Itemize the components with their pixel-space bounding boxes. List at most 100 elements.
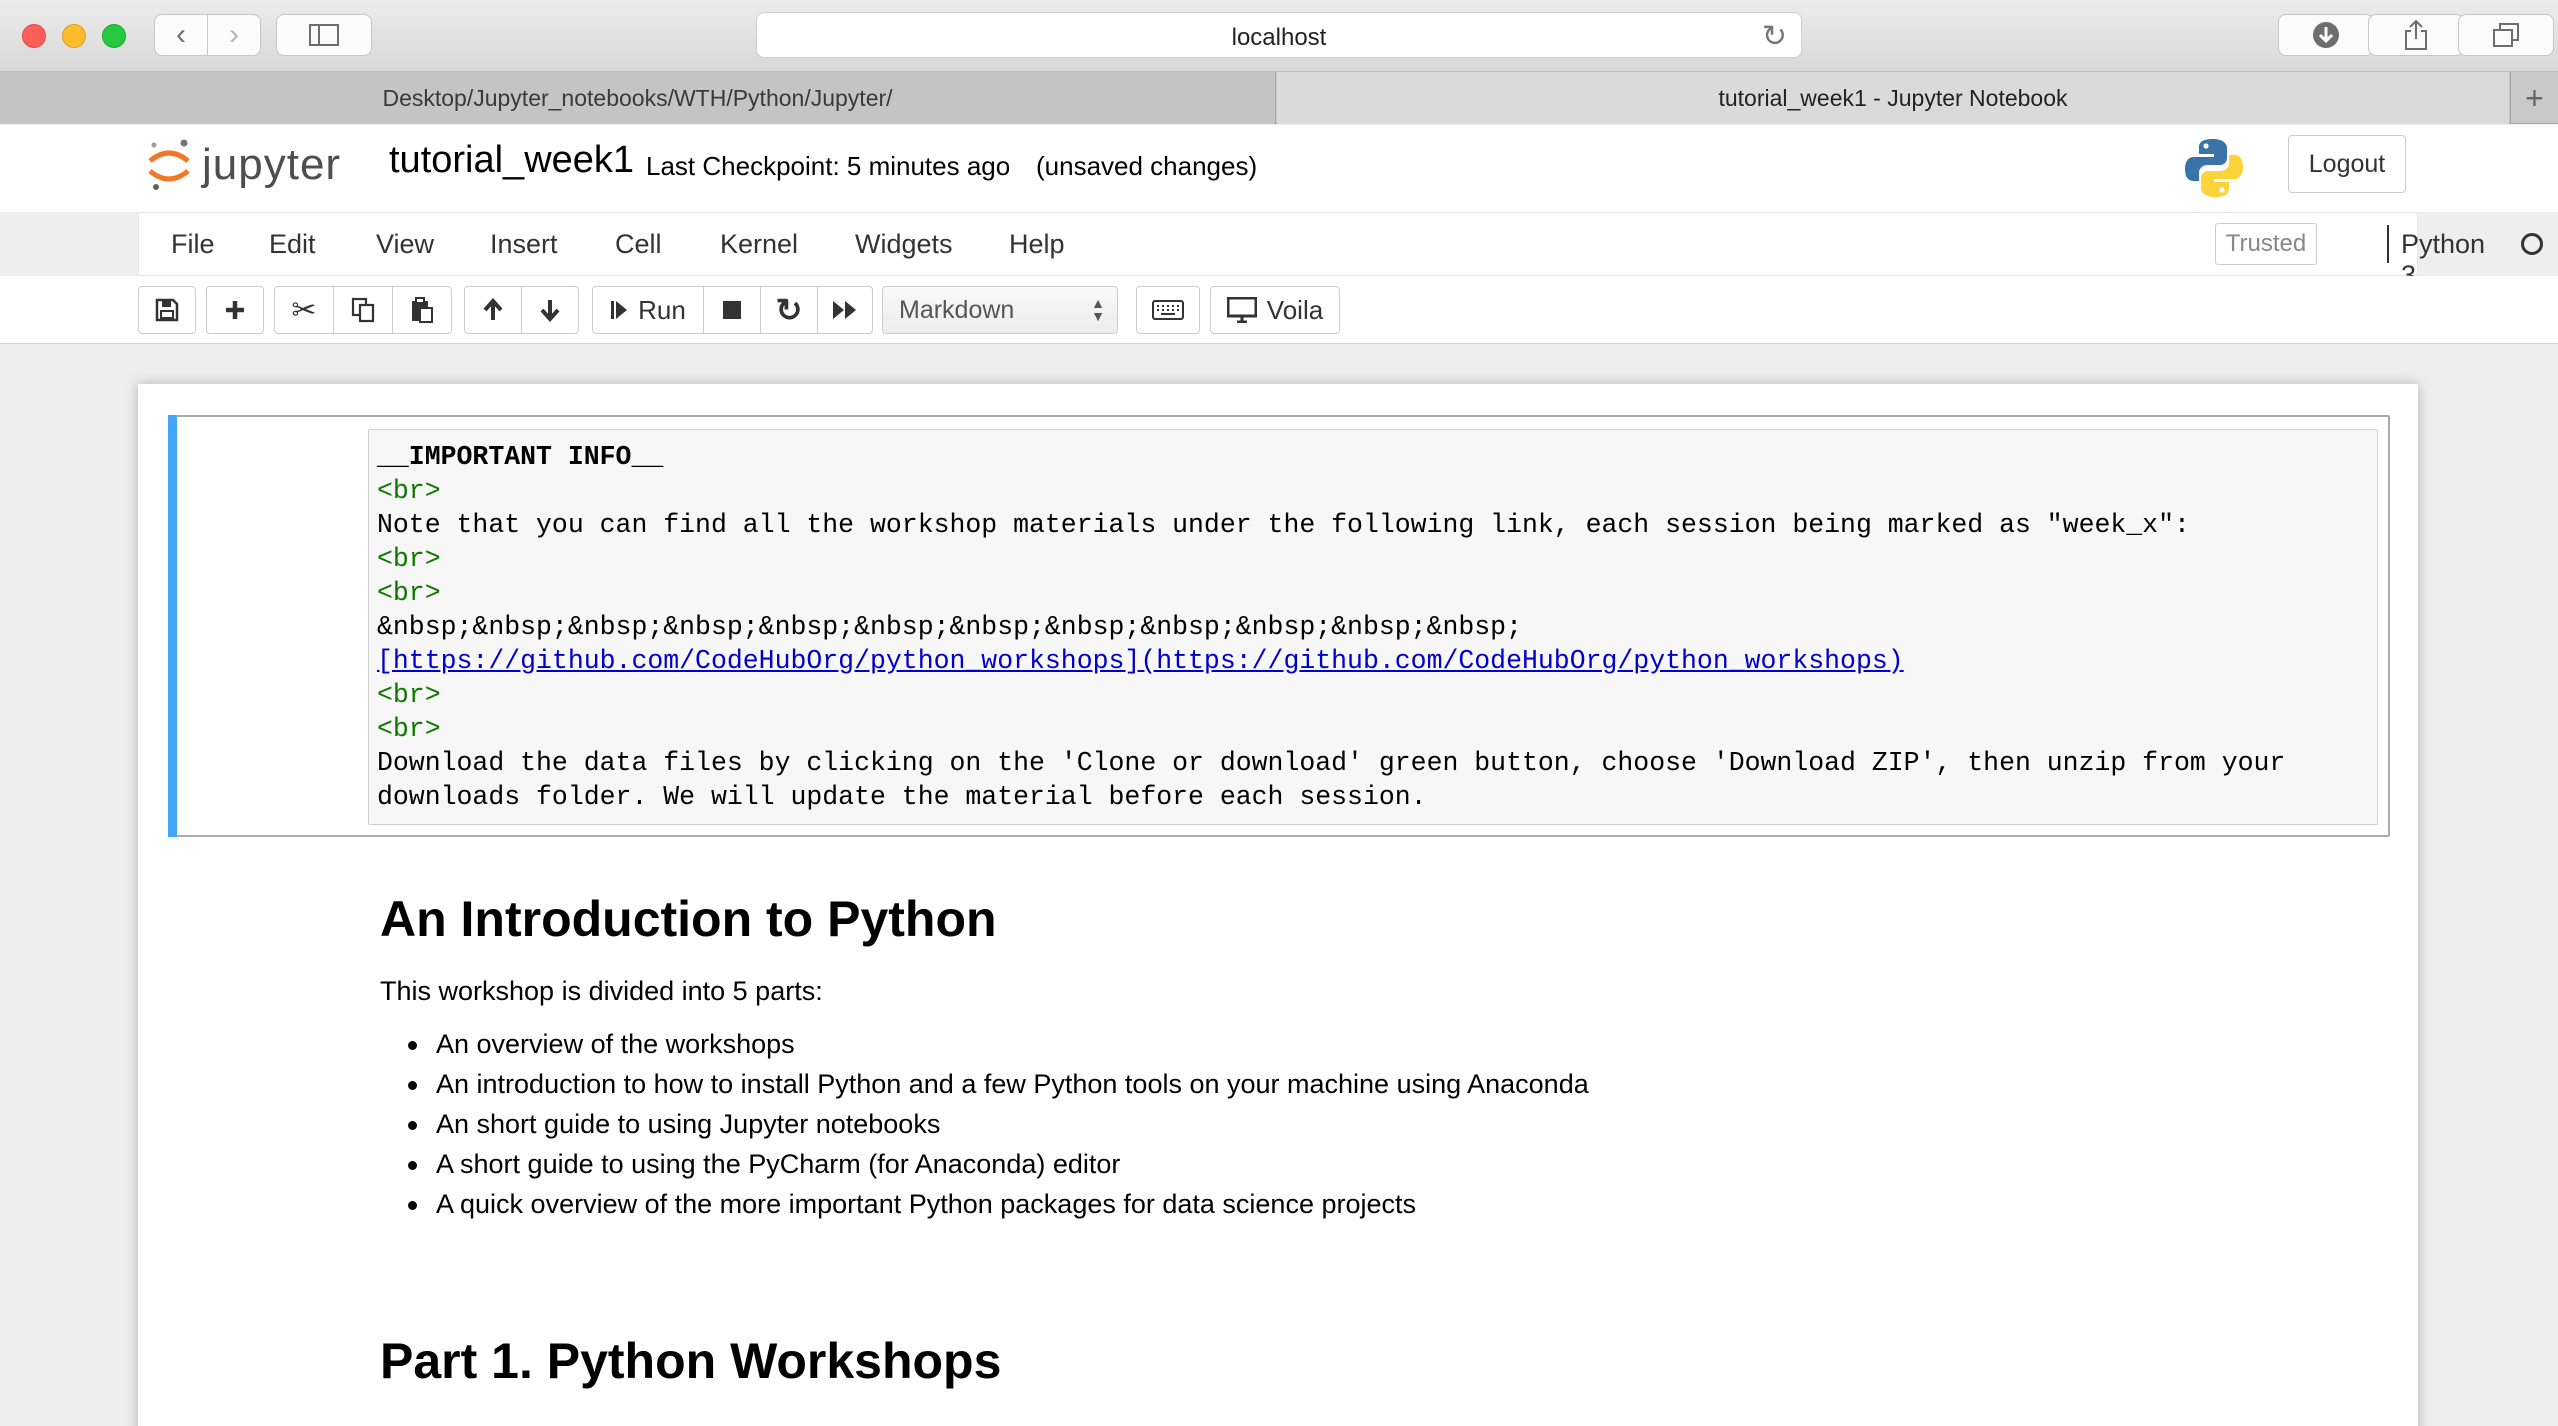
forward-button[interactable]: › bbox=[207, 14, 261, 56]
share-button[interactable] bbox=[2368, 14, 2464, 56]
list-item: A short guide to using the PyCharm (for … bbox=[404, 1144, 1589, 1184]
menu-help[interactable]: Help bbox=[1009, 229, 1065, 260]
restart-run-all-button[interactable] bbox=[817, 286, 873, 334]
copy-icon bbox=[351, 297, 375, 323]
markdown-cell-editor[interactable]: __IMPORTANT INFO__ <br> Note that you ca… bbox=[368, 429, 2378, 825]
cell-type-select[interactable]: Markdown ▲ ▼ bbox=[882, 286, 1118, 334]
menu-file[interactable]: File bbox=[171, 229, 215, 260]
editor-line-nbsp: &nbsp;&nbsp;&nbsp;&nbsp;&nbsp;&nbsp;&nbs… bbox=[377, 612, 1522, 642]
notebook-name[interactable]: tutorial_week1 bbox=[389, 139, 634, 182]
notebook-toolbar: ✂ Run ↻ Markdown ▲ ▼ Voila bbox=[0, 276, 2558, 344]
browser-tab-active[interactable]: tutorial_week1 - Jupyter Notebook bbox=[1277, 72, 2509, 124]
command-palette-button[interactable] bbox=[1136, 286, 1200, 334]
jupyter-header: jupyter tutorial_week1 Last Checkpoint: … bbox=[0, 125, 2558, 212]
arrow-down-icon bbox=[540, 300, 560, 322]
fast-forward-icon bbox=[833, 301, 856, 319]
editor-line-strong: __IMPORTANT INFO__ bbox=[377, 442, 664, 472]
reload-icon[interactable]: ↻ bbox=[1762, 19, 1787, 54]
interrupt-kernel-button[interactable] bbox=[703, 286, 761, 334]
chevron-right-icon: › bbox=[229, 18, 239, 51]
browser-titlebar: ‹ › localhost ↻ bbox=[0, 0, 2558, 72]
paste-button[interactable] bbox=[392, 286, 452, 334]
new-tab-button[interactable]: + bbox=[2510, 72, 2558, 124]
cell-selection-bar bbox=[168, 415, 177, 837]
menu-cell[interactable]: Cell bbox=[615, 229, 662, 260]
workshop-parts-list: An overview of the workshops An introduc… bbox=[404, 1024, 1589, 1224]
autosave-status: (unsaved changes) bbox=[1036, 151, 1258, 181]
editor-line-link: [https://github.com/CodeHubOrg/python_wo… bbox=[377, 646, 1904, 676]
kernel-divider bbox=[2387, 225, 2389, 263]
menu-kernel[interactable]: Kernel bbox=[720, 229, 798, 260]
voila-button-label: Voila bbox=[1266, 294, 1324, 325]
notebook-container: __IMPORTANT INFO__ <br> Note that you ca… bbox=[138, 384, 2418, 1426]
editor-line-br: <br> bbox=[377, 476, 441, 506]
tabs-icon bbox=[2493, 23, 2519, 47]
jupyter-logo[interactable]: jupyter bbox=[146, 137, 341, 193]
back-button[interactable]: ‹ bbox=[154, 14, 208, 56]
select-arrows-icon: ▲ ▼ bbox=[1091, 295, 1105, 324]
jupyter-logo-text: jupyter bbox=[202, 140, 342, 189]
browser-tab[interactable]: Desktop/Jupyter_notebooks/WTH/Python/Jup… bbox=[0, 72, 1276, 124]
sidebar-toggle-button[interactable] bbox=[276, 14, 372, 56]
address-bar-url: localhost bbox=[1231, 24, 1327, 51]
copy-button[interactable] bbox=[333, 286, 393, 334]
menu-view[interactable]: View bbox=[376, 229, 434, 260]
share-icon bbox=[2405, 19, 2427, 50]
run-button[interactable]: Run bbox=[592, 286, 704, 334]
menubar: File Edit View Insert Cell Kernel Widget… bbox=[138, 212, 2543, 290]
editor-line-br: <br> bbox=[377, 714, 441, 744]
list-item: A quick overview of the more important P… bbox=[404, 1184, 1589, 1224]
editor-line-br: <br> bbox=[377, 680, 441, 710]
menu-widgets[interactable]: Widgets bbox=[855, 229, 953, 260]
cell-type-value: Markdown bbox=[899, 295, 1015, 324]
jupyter-logo-icon bbox=[148, 139, 190, 190]
run-button-label: Run bbox=[638, 294, 686, 325]
menu-insert[interactable]: Insert bbox=[490, 229, 558, 260]
move-cell-up-button[interactable] bbox=[464, 286, 522, 334]
logout-button[interactable]: Logout bbox=[2288, 135, 2406, 193]
voila-button[interactable]: Voila bbox=[1210, 286, 1340, 334]
menu-edit[interactable]: Edit bbox=[269, 229, 316, 260]
section-heading: Part 1. Python Workshops bbox=[380, 1333, 1002, 1389]
editor-line-text: Download the data files by clicking on t… bbox=[377, 748, 2302, 812]
restart-icon: ↻ bbox=[775, 292, 803, 328]
restart-kernel-button[interactable]: ↻ bbox=[760, 286, 818, 334]
sidebar-icon bbox=[309, 24, 339, 46]
save-button[interactable] bbox=[138, 286, 196, 334]
insert-cell-button[interactable] bbox=[206, 286, 264, 334]
download-icon bbox=[2313, 22, 2339, 48]
zoom-window-button[interactable] bbox=[102, 24, 126, 48]
stop-icon bbox=[723, 301, 741, 319]
cut-button[interactable]: ✂ bbox=[274, 286, 334, 334]
close-window-button[interactable] bbox=[22, 24, 46, 48]
address-bar[interactable]: localhost ↻ bbox=[756, 12, 1802, 58]
trusted-indicator[interactable]: Trusted bbox=[2215, 223, 2317, 265]
list-item: An overview of the workshops bbox=[404, 1024, 1589, 1064]
save-icon bbox=[155, 298, 179, 322]
checkpoint-status: Last Checkpoint: 5 minutes ago bbox=[646, 151, 1011, 181]
list-item: An short guide to using Jupyter notebook… bbox=[404, 1104, 1589, 1144]
python-logo-icon bbox=[2185, 139, 2243, 197]
list-item: An introduction to how to install Python… bbox=[404, 1064, 1589, 1104]
section-heading: An Introduction to Python bbox=[380, 891, 997, 947]
browser-tab-label: Desktop/Jupyter_notebooks/WTH/Python/Jup… bbox=[382, 84, 893, 111]
show-tabs-button[interactable] bbox=[2458, 14, 2554, 56]
editor-line-br: <br> bbox=[377, 544, 441, 574]
arrow-up-icon bbox=[483, 298, 503, 320]
editor-line-text: Note that you can find all the workshop … bbox=[377, 510, 2190, 540]
paste-icon bbox=[412, 297, 433, 323]
plus-icon: + bbox=[2525, 79, 2544, 116]
browser-tab-bar: Desktop/Jupyter_notebooks/WTH/Python/Jup… bbox=[0, 72, 2558, 124]
desktop-icon bbox=[1226, 297, 1257, 323]
keyboard-icon bbox=[1152, 300, 1184, 320]
markdown-cell-editing[interactable]: __IMPORTANT INFO__ <br> Note that you ca… bbox=[168, 415, 2390, 837]
downloads-button[interactable] bbox=[2278, 14, 2374, 56]
plus-icon bbox=[226, 301, 244, 319]
chevron-left-icon: ‹ bbox=[176, 18, 186, 51]
move-cell-down-button[interactable] bbox=[521, 286, 579, 334]
intro-paragraph: This workshop is divided into 5 parts: bbox=[380, 976, 823, 1006]
minimize-window-button[interactable] bbox=[62, 24, 86, 48]
scissors-icon: ✂ bbox=[291, 293, 317, 327]
step-forward-icon bbox=[611, 301, 628, 319]
kernel-idle-icon bbox=[2521, 233, 2543, 255]
